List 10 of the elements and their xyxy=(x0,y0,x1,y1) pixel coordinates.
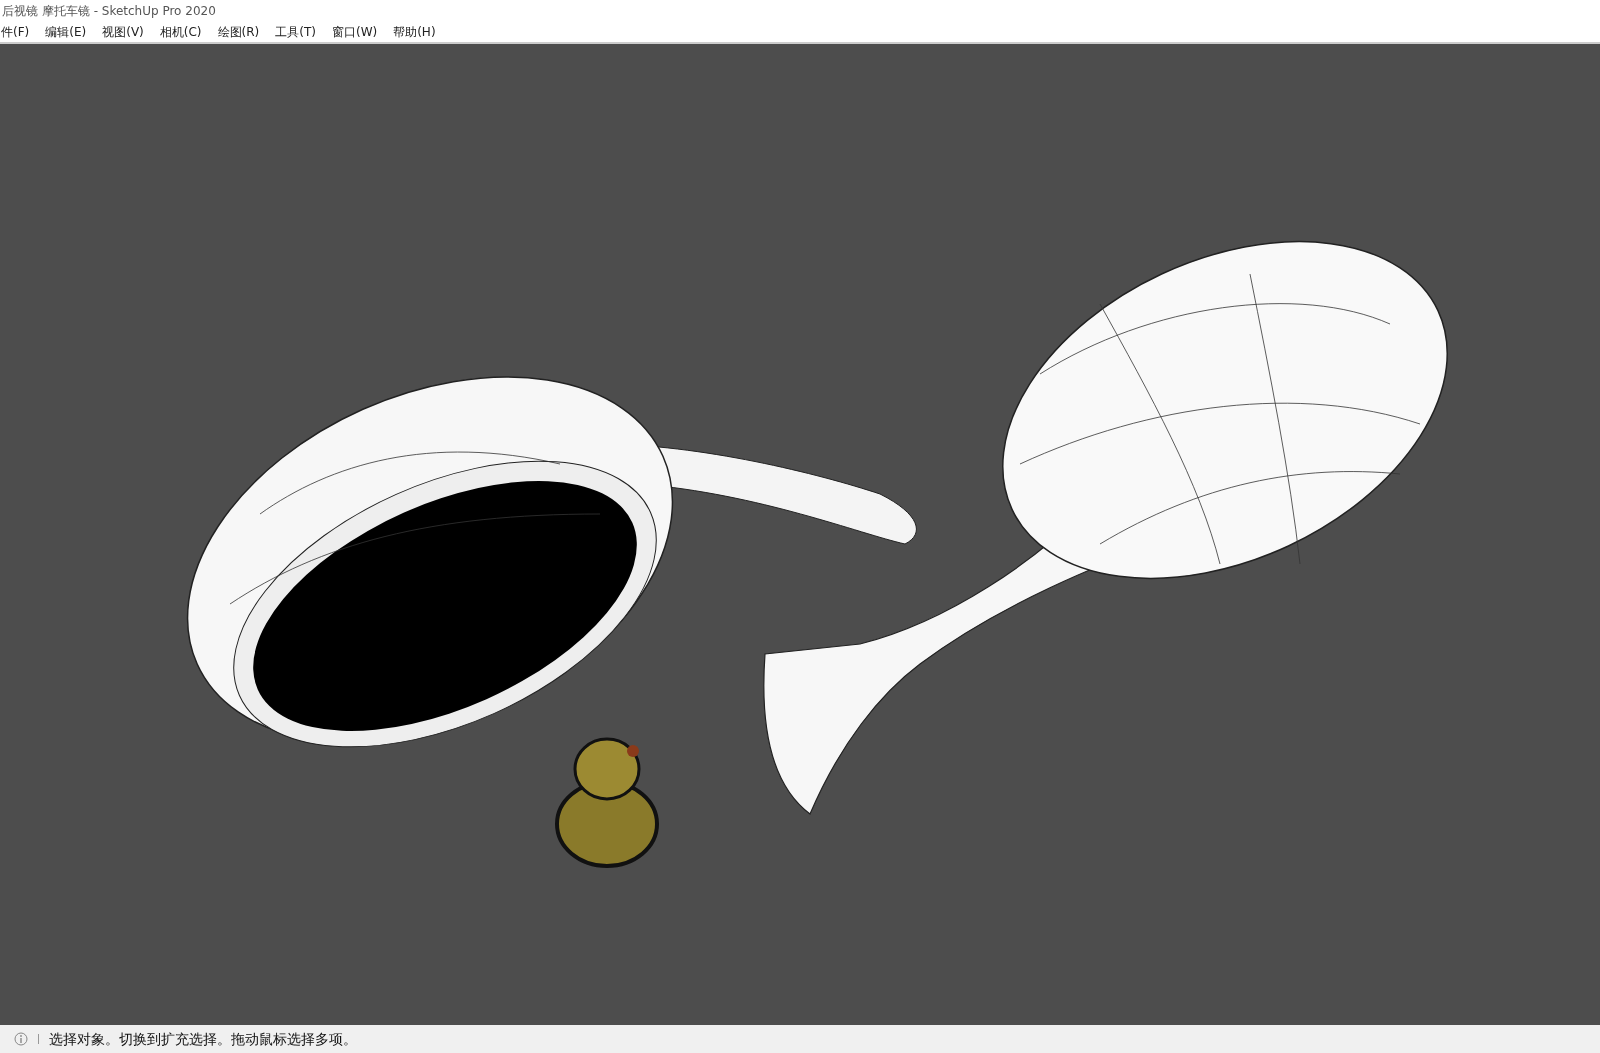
status-message: 选择对象。切换到扩充选择。拖动鼠标选择多项。 xyxy=(49,1029,357,1049)
menu-item[interactable]: 件(F) xyxy=(0,23,31,41)
menu-item[interactable]: 窗口(W) xyxy=(330,23,379,41)
menu-item[interactable]: 帮助(H) xyxy=(392,23,437,41)
menu-item[interactable]: 相机(C) xyxy=(158,23,203,41)
window-title: 后视镜 摩托车镜 - SketchUp Pro 2020 xyxy=(2,3,216,20)
menu-item[interactable]: 编辑(E) xyxy=(44,23,88,41)
menu-item[interactable]: 视图(V) xyxy=(101,23,145,41)
menu-item[interactable]: 绘图(R) xyxy=(216,23,261,41)
menu-item[interactable]: 工具(T) xyxy=(274,23,317,41)
